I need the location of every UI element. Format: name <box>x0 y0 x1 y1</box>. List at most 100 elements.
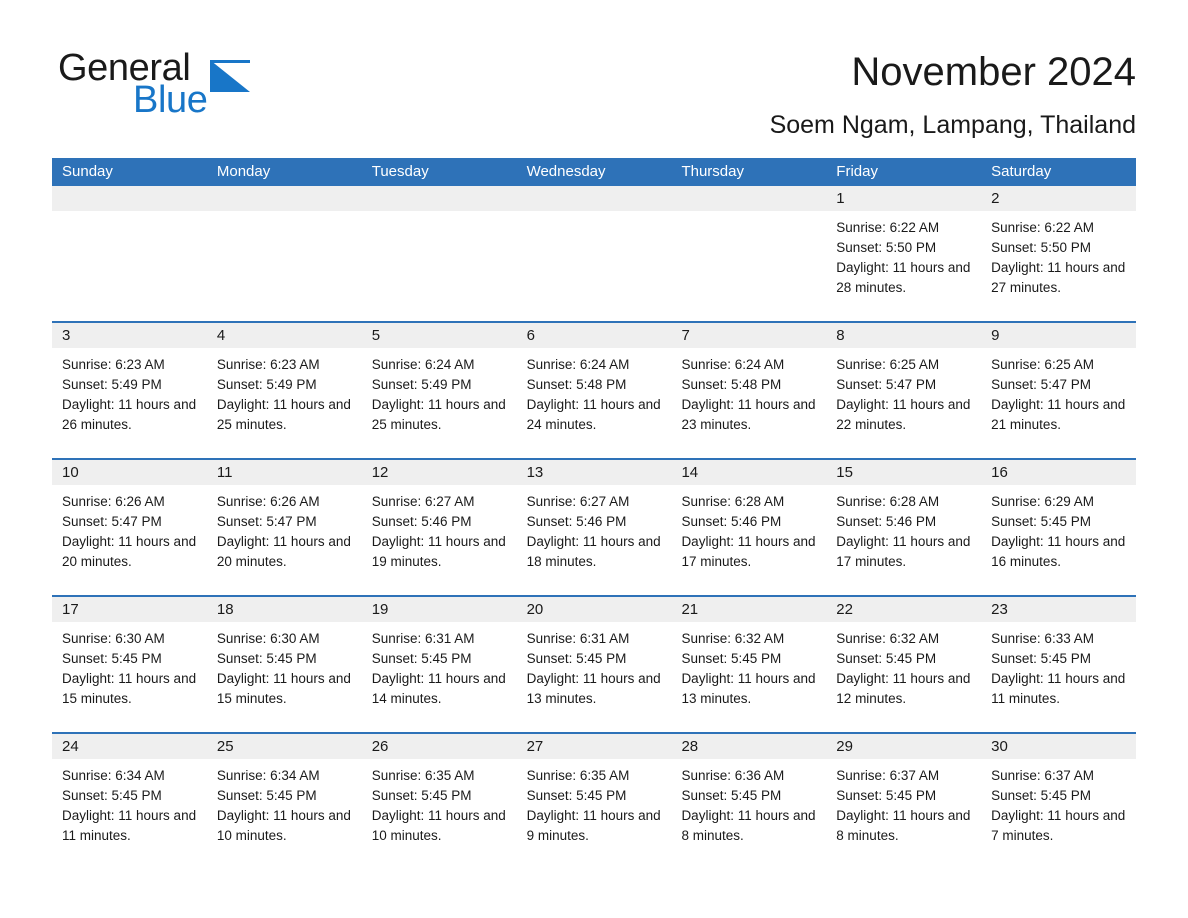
day-number: 17 <box>52 597 207 622</box>
day-details: Sunrise: 6:34 AM Sunset: 5:45 PM Daylight:… <box>207 759 362 846</box>
calendar-week-row: 1 Sunrise: 6:22 AM Sunset: 5:50 PM Daylight… <box>52 186 1137 321</box>
daylight-text: Daylight: 11 hours and 7 minutes. <box>991 808 1126 843</box>
day-cell-11[interactable]: 11 Sunrise: 6:26 AM Sunset: 5:47 PM Dayligh… <box>206 460 362 595</box>
day-cell-1[interactable]: 1 Sunrise: 6:22 AM Sunset: 5:50 PM Daylight… <box>826 186 982 321</box>
day-number: 4 <box>206 323 362 348</box>
generalblue-logo[interactable]: General Blue <box>58 46 268 121</box>
day-cell-7[interactable]: 7 Sunrise: 6:24 AM Sunset: 5:48 PM Daylight… <box>671 323 827 458</box>
daylight-text: Daylight: 11 hours and 23 minutes. <box>681 397 816 432</box>
day-details: Sunrise: 6:37 AM Sunset: 5:45 PM Daylight:… <box>981 759 1136 846</box>
day-number: 12 <box>361 460 517 485</box>
day-cell-14[interactable]: 14 Sunrise: 6:28 AM Sunset: 5:46 PM Dayligh… <box>671 460 827 595</box>
day-number: 15 <box>826 460 982 485</box>
daylight-text: Daylight: 11 hours and 10 minutes. <box>216 808 351 843</box>
day-cell-13[interactable]: 13 Sunrise: 6:27 AM Sunset: 5:46 PM Dayligh… <box>516 460 672 595</box>
daylight-text: Daylight: 11 hours and 19 minutes. <box>371 534 506 569</box>
weekday-header-row: Sunday Monday Tuesday Wednesday Thursday Frid… <box>52 158 1136 186</box>
day-number: 5 <box>361 323 517 348</box>
day-cell-12[interactable]: 12 Sunrise: 6:27 AM Sunset: 5:46 PM Dayligh… <box>361 460 517 595</box>
sunset-text: Sunset: 5:49 PM <box>371 377 472 392</box>
day-number: 9 <box>981 323 1137 348</box>
day-cell-empty <box>206 186 362 321</box>
day-cell-16[interactable]: 16 Sunrise: 6:29 AM Sunset: 5:45 PM Dayligh… <box>981 460 1137 595</box>
day-cell-5[interactable]: 5 Sunrise: 6:24 AM Sunset: 5:49 PM Daylight… <box>361 323 517 458</box>
sunset-text: Sunset: 5:50 PM <box>836 240 937 255</box>
day-cell-29[interactable]: 29 Sunrise: 6:37 AM Sunset: 5:45 PM Dayligh… <box>826 734 982 869</box>
day-number: 26 <box>361 734 517 759</box>
daylight-text: Daylight: 11 hours and 28 minutes. <box>836 260 971 295</box>
logo-text-blue: Blue <box>133 79 208 121</box>
day-details: Sunrise: 6:30 AM Sunset: 5:45 PM Daylight:… <box>52 622 207 709</box>
sunrise-text: Sunrise: 6:37 AM <box>836 768 940 783</box>
day-number <box>671 186 827 211</box>
day-number: 6 <box>516 323 672 348</box>
day-details: Sunrise: 6:35 AM Sunset: 5:45 PM Daylight:… <box>362 759 517 846</box>
sunrise-text: Sunrise: 6:34 AM <box>62 768 165 783</box>
day-cell-30[interactable]: 30 Sunrise: 6:37 AM Sunset: 5:45 PM Dayligh… <box>981 734 1137 869</box>
day-cell-4[interactable]: 4 Sunrise: 6:23 AM Sunset: 5:49 PM Daylight… <box>206 323 362 458</box>
day-cell-26[interactable]: 26 Sunrise: 6:35 AM Sunset: 5:45 PM Dayligh… <box>361 734 517 869</box>
daylight-text: Daylight: 11 hours and 21 minutes. <box>991 397 1126 432</box>
day-details: Sunrise: 6:24 AM Sunset: 5:48 PM Daylight:… <box>671 348 826 435</box>
day-cell-23[interactable]: 23 Sunrise: 6:33 AM Sunset: 5:45 PM Dayligh… <box>981 597 1137 732</box>
sunset-text: Sunset: 5:45 PM <box>991 651 1091 666</box>
day-cell-15[interactable]: 15 Sunrise: 6:28 AM Sunset: 5:46 PM Dayligh… <box>826 460 982 595</box>
day-number: 24 <box>52 734 207 759</box>
day-details: Sunrise: 6:32 AM Sunset: 5:45 PM Daylight:… <box>671 622 826 709</box>
weekday-header-thursday: Thursday <box>681 163 744 180</box>
daylight-text: Daylight: 11 hours and 10 minutes. <box>371 808 506 843</box>
day-details: Sunrise: 6:37 AM Sunset: 5:45 PM Daylight:… <box>826 759 981 846</box>
sunset-text: Sunset: 5:46 PM <box>526 514 627 529</box>
day-cell-17[interactable]: 17 Sunrise: 6:30 AM Sunset: 5:45 PM Dayligh… <box>52 597 207 732</box>
page-subtitle: Soem Ngam, Lampang, Thailand <box>769 111 1136 139</box>
daylight-text: Daylight: 11 hours and 14 minutes. <box>371 671 506 706</box>
sunset-text: Sunset: 5:45 PM <box>991 788 1091 803</box>
day-details: Sunrise: 6:26 AM Sunset: 5:47 PM Daylight:… <box>207 485 362 572</box>
day-cell-2[interactable]: 2 Sunrise: 6:22 AM Sunset: 5:50 PM Daylight… <box>981 186 1137 321</box>
sunset-text: Sunset: 5:47 PM <box>836 377 937 392</box>
day-number: 10 <box>52 460 207 485</box>
day-cell-18[interactable]: 18 Sunrise: 6:30 AM Sunset: 5:45 PM Dayligh… <box>206 597 362 732</box>
sunrise-text: Sunrise: 6:37 AM <box>991 768 1094 783</box>
sunrise-text: Sunrise: 6:28 AM <box>836 494 940 509</box>
day-number: 30 <box>981 734 1137 759</box>
day-cell-8[interactable]: 8 Sunrise: 6:25 AM Sunset: 5:47 PM Daylight… <box>826 323 982 458</box>
day-cell-19[interactable]: 19 Sunrise: 6:31 AM Sunset: 5:45 PM Dayligh… <box>361 597 517 732</box>
calendar-week-row: 10 Sunrise: 6:26 AM Sunset: 5:47 PM Dayligh… <box>52 458 1137 595</box>
day-number: 22 <box>826 597 982 622</box>
day-cell-27[interactable]: 27 Sunrise: 6:35 AM Sunset: 5:45 PM Dayligh… <box>516 734 672 869</box>
calendar-page: General Blue November 2024 Soem Ngam, La… <box>0 0 1188 918</box>
day-cell-10[interactable]: 10 Sunrise: 6:26 AM Sunset: 5:47 PM Dayligh… <box>52 460 207 595</box>
day-details: Sunrise: 6:26 AM Sunset: 5:47 PM Daylight:… <box>52 485 207 572</box>
sunset-text: Sunset: 5:46 PM <box>681 514 782 529</box>
sunset-text: Sunset: 5:48 PM <box>526 377 627 392</box>
day-number: 25 <box>206 734 362 759</box>
sunset-text: Sunset: 5:49 PM <box>216 377 317 392</box>
day-cell-28[interactable]: 28 Sunrise: 6:36 AM Sunset: 5:45 PM Dayligh… <box>671 734 827 869</box>
day-cell-20[interactable]: 20 Sunrise: 6:31 AM Sunset: 5:45 PM Dayligh… <box>516 597 672 732</box>
day-cell-24[interactable]: 24 Sunrise: 6:34 AM Sunset: 5:45 PM Dayligh… <box>52 734 207 869</box>
day-details: Sunrise: 6:28 AM Sunset: 5:46 PM Daylight:… <box>826 485 981 572</box>
day-cell-3[interactable]: 3 Sunrise: 6:23 AM Sunset: 5:49 PM Daylight… <box>52 323 207 458</box>
day-cell-9[interactable]: 9 Sunrise: 6:25 AM Sunset: 5:47 PM Daylight… <box>981 323 1137 458</box>
day-details: Sunrise: 6:23 AM Sunset: 5:49 PM Daylight:… <box>207 348 362 435</box>
day-cell-21[interactable]: 21 Sunrise: 6:32 AM Sunset: 5:45 PM Dayligh… <box>671 597 827 732</box>
sunset-text: Sunset: 5:45 PM <box>216 788 317 803</box>
day-details: Sunrise: 6:27 AM Sunset: 5:46 PM Daylight:… <box>517 485 672 572</box>
day-number: 20 <box>516 597 672 622</box>
daylight-text: Daylight: 11 hours and 15 minutes. <box>216 671 351 706</box>
sunset-text: Sunset: 5:45 PM <box>681 788 782 803</box>
day-cell-22[interactable]: 22 Sunrise: 6:32 AM Sunset: 5:45 PM Dayligh… <box>826 597 982 732</box>
calendar-week-row: 17 Sunrise: 6:30 AM Sunset: 5:45 PM Dayligh… <box>52 595 1137 732</box>
sunrise-text: Sunrise: 6:29 AM <box>991 494 1094 509</box>
day-cell-25[interactable]: 25 Sunrise: 6:34 AM Sunset: 5:45 PM Dayligh… <box>206 734 362 869</box>
page-header: General Blue November 2024 Soem Ngam, La… <box>0 0 1188 142</box>
day-cell-6[interactable]: 6 Sunrise: 6:24 AM Sunset: 5:48 PM Daylight… <box>516 323 672 458</box>
day-number: 1 <box>826 186 982 211</box>
day-number <box>52 186 207 211</box>
sunrise-text: Sunrise: 6:36 AM <box>681 768 785 783</box>
day-cell-empty <box>671 186 827 321</box>
sunset-text: Sunset: 5:46 PM <box>371 514 472 529</box>
daylight-text: Daylight: 11 hours and 13 minutes. <box>681 671 816 706</box>
sunset-text: Sunset: 5:45 PM <box>836 651 937 666</box>
